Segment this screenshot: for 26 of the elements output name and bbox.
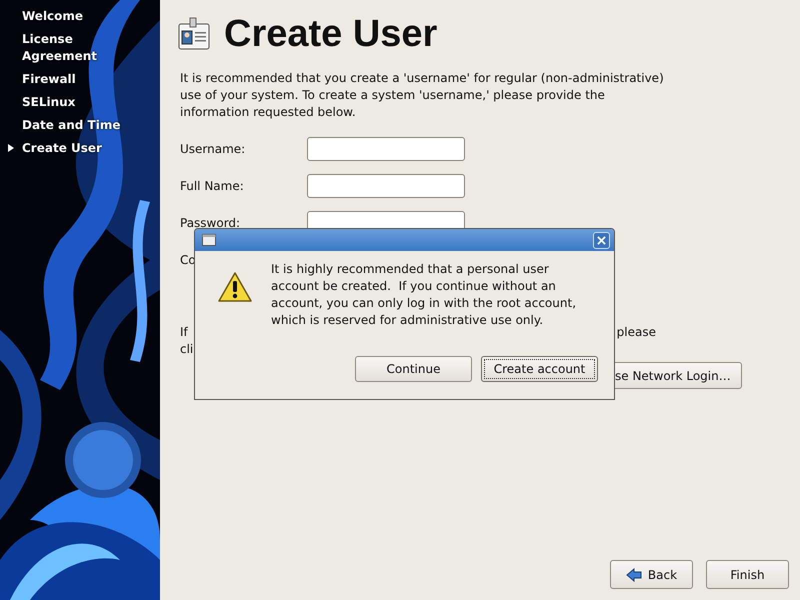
close-icon (597, 236, 606, 244)
paragraph-text: cli (180, 341, 194, 358)
window-icon (202, 234, 216, 246)
input-field[interactable] (307, 137, 465, 161)
field-label: Password: (180, 215, 242, 232)
field-label: Username: (180, 141, 246, 158)
warning-icon (217, 271, 253, 303)
page-title: Create User (224, 12, 438, 56)
dialog-message: It is highly recommended that a personal user account be created. If you continue without an account, you can only log in with the root account, which is reserved for administrative use only. (271, 261, 576, 329)
step-label: Create User (22, 140, 103, 157)
step-label: SELinux (22, 94, 76, 111)
create-account-button[interactable]: Create account (481, 356, 598, 382)
field-label: Full Name: (180, 178, 245, 195)
step-label: Date and Time (22, 117, 122, 134)
id-card-icon (178, 17, 210, 51)
continue-button[interactable]: Continue (355, 356, 472, 382)
paragraph-text: If (180, 324, 188, 341)
close-button[interactable] (593, 232, 610, 248)
paragraph-text: please (616, 324, 656, 341)
left-arrow-icon (626, 568, 642, 582)
step-label: Welcome (22, 8, 84, 25)
intro-text: It is recommended that you create a 'username' for regular (non-administrative) use of your system. To create a system 'username,' please provide the information requested below. (180, 70, 665, 121)
input-field[interactable] (307, 174, 465, 198)
finish-button[interactable]: Finish (706, 560, 789, 589)
back-button[interactable]: Back (610, 560, 693, 589)
step-label: Firewall (22, 71, 77, 88)
